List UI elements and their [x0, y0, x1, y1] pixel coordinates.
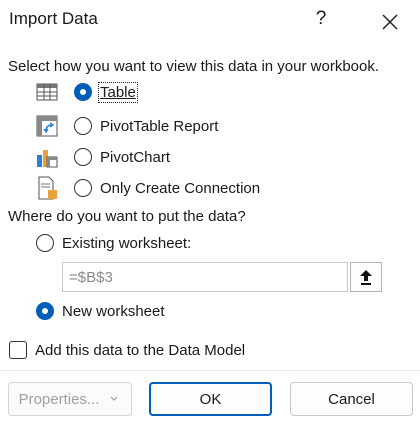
data-model-option[interactable]: Add this data to the Data Model — [9, 341, 245, 359]
option-new-worksheet[interactable]: New worksheet — [36, 302, 165, 320]
range-input[interactable]: =$B$3 — [62, 262, 348, 292]
option-existing-worksheet[interactable]: Existing worksheet: — [36, 234, 191, 252]
radio-connection[interactable] — [74, 179, 92, 197]
existing-worksheet-label: Existing worksheet: — [62, 234, 192, 252]
upload-arrow-icon — [360, 270, 372, 285]
option-pivottable-label: PivotTable Report — [100, 117, 219, 135]
location-prompt: Where do you want to put the data? — [8, 208, 246, 225]
option-pivotchart-label: PivotChart — [100, 148, 171, 166]
properties-button-label: Properties... — [18, 390, 100, 408]
pivotchart-icon — [34, 145, 60, 169]
dialog-title: Import Data — [9, 9, 98, 28]
chevron-down-icon — [111, 396, 118, 401]
radio-pivotchart[interactable] — [74, 148, 92, 166]
option-pivottable[interactable]: PivotTable Report — [34, 114, 218, 138]
close-icon — [382, 14, 398, 30]
option-pivotchart[interactable]: PivotChart — [34, 145, 170, 169]
divider — [0, 370, 420, 371]
option-table[interactable]: Table — [34, 80, 138, 104]
option-table-label: Table — [98, 81, 138, 103]
option-connection[interactable]: Only Create Connection — [34, 176, 260, 200]
radio-existing-worksheet[interactable] — [36, 234, 54, 252]
pivottable-icon — [34, 114, 60, 138]
radio-table[interactable] — [74, 83, 92, 101]
close-button[interactable] — [376, 8, 404, 36]
help-button[interactable]: ? — [312, 8, 330, 30]
data-model-checkbox[interactable] — [9, 341, 27, 359]
cancel-button[interactable]: Cancel — [290, 382, 413, 416]
radio-new-worksheet[interactable] — [36, 302, 54, 320]
data-model-label: Add this data to the Data Model — [35, 341, 246, 359]
view-prompt: Select how you want to view this data in… — [8, 58, 380, 75]
new-worksheet-label: New worksheet — [62, 302, 165, 320]
radio-pivottable[interactable] — [74, 117, 92, 135]
collapse-dialog-button[interactable] — [350, 262, 382, 292]
properties-button[interactable]: Properties... — [8, 382, 132, 416]
option-connection-label: Only Create Connection — [100, 179, 261, 197]
table-icon — [34, 80, 60, 104]
connection-icon — [34, 176, 60, 200]
ok-button[interactable]: OK — [149, 382, 272, 416]
